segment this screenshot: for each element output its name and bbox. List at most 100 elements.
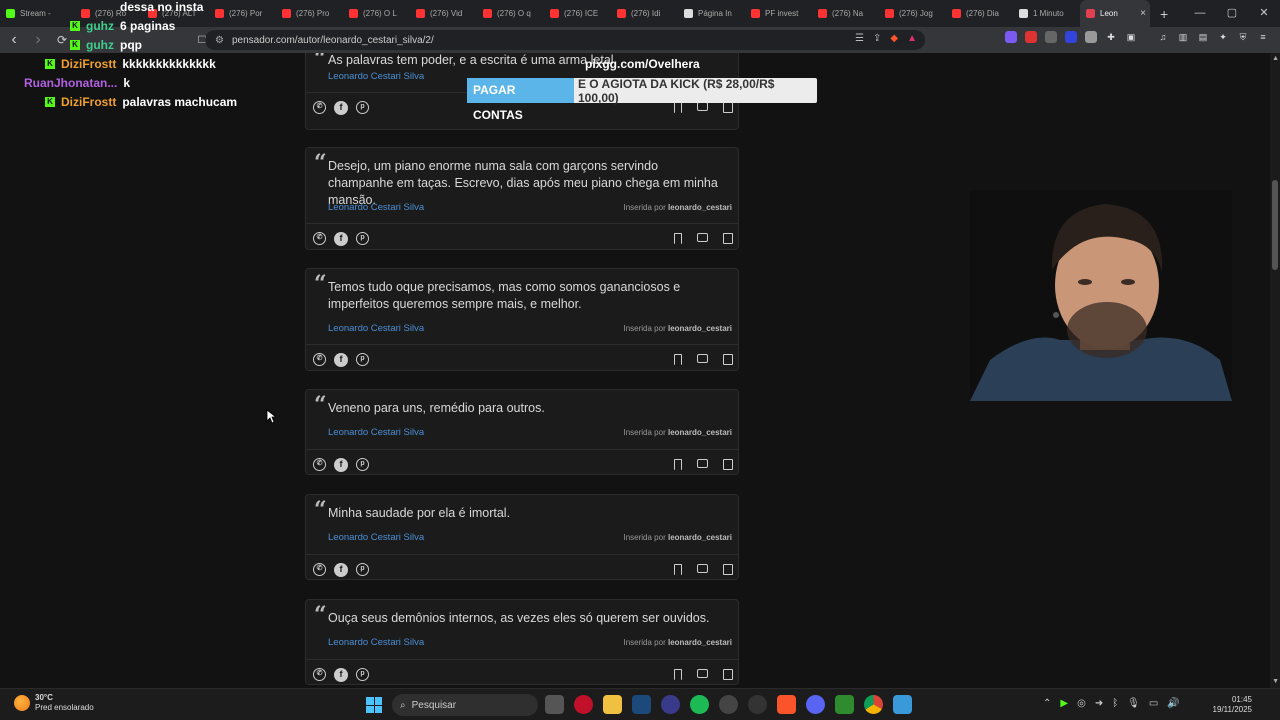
author-link[interactable]: Leonardo Cestari Silva bbox=[328, 71, 424, 82]
image-icon[interactable] bbox=[697, 233, 708, 242]
browser-tab[interactable]: Stream - bbox=[0, 0, 75, 27]
app-icon[interactable] bbox=[748, 695, 767, 714]
browser-tab[interactable]: 1 Minuto bbox=[1013, 0, 1080, 27]
facebook-icon[interactable]: f bbox=[334, 232, 348, 246]
browser-tab[interactable]: (276) ICE bbox=[544, 0, 611, 27]
pinterest-icon[interactable]: p bbox=[356, 101, 369, 114]
chat-username[interactable]: guhz bbox=[86, 19, 114, 33]
active-browser-tab[interactable]: Leon × bbox=[1080, 0, 1150, 27]
inserted-by-user[interactable]: leonardo_cestari bbox=[668, 638, 732, 647]
author-link[interactable]: Leonardo Cestari Silva bbox=[328, 637, 424, 648]
scrollbar-thumb[interactable] bbox=[1272, 180, 1278, 270]
pinterest-icon[interactable]: p bbox=[356, 563, 369, 576]
extension-icon[interactable] bbox=[1085, 31, 1097, 43]
image-icon[interactable] bbox=[697, 354, 708, 363]
app-icon[interactable] bbox=[835, 695, 854, 714]
author-link[interactable]: Leonardo Cestari Silva bbox=[328, 427, 424, 438]
whatsapp-icon[interactable]: ✆ bbox=[313, 563, 326, 576]
chat-username[interactable]: guhz bbox=[86, 38, 114, 52]
reader-mode-icon[interactable]: ☰ bbox=[855, 33, 864, 44]
browser-tab[interactable]: (276) O L bbox=[343, 0, 410, 27]
brave-shields-icon[interactable]: ◆ bbox=[890, 33, 898, 44]
chevron-up-icon[interactable]: ⌃ bbox=[1043, 698, 1051, 709]
inserted-by-user[interactable]: leonardo_cestari bbox=[668, 533, 732, 542]
browser-tab[interactable]: (276) Idi bbox=[611, 0, 678, 27]
browser-tab[interactable]: (276) O q bbox=[477, 0, 544, 27]
chat-username[interactable]: DiziFrostt bbox=[61, 57, 116, 71]
clock[interactable]: 01:45 19/11/2025 bbox=[1213, 695, 1252, 715]
vpn-icon[interactable]: ⛨ bbox=[1237, 31, 1249, 43]
sidebar-icon[interactable]: ▥ bbox=[1177, 31, 1189, 43]
chat-username[interactable]: DiziFrostt bbox=[61, 95, 116, 109]
tray-app-icon[interactable]: ◎ bbox=[1077, 698, 1086, 709]
chat-username[interactable]: RuanJhonatan... bbox=[24, 76, 117, 90]
whatsapp-icon[interactable]: ✆ bbox=[313, 668, 326, 681]
address-bar[interactable]: ⚙ pensador.com/autor/leonardo_cestari_si… bbox=[205, 30, 925, 50]
brave-browser-icon[interactable] bbox=[777, 695, 796, 714]
discord-icon[interactable] bbox=[806, 695, 825, 714]
music-icon[interactable]: ♫ bbox=[1157, 31, 1169, 43]
whatsapp-icon[interactable]: ✆ bbox=[313, 458, 326, 471]
brave-rewards-icon[interactable]: ▲ bbox=[907, 33, 917, 44]
scroll-up-arrow[interactable]: ▲ bbox=[1272, 55, 1279, 62]
facebook-icon[interactable]: f bbox=[334, 353, 348, 367]
menu-icon[interactable]: ≡ bbox=[1257, 31, 1269, 43]
screenshot-icon[interactable]: ▣ bbox=[1125, 31, 1137, 43]
browser-tab[interactable]: (276) Vid bbox=[410, 0, 477, 27]
opera-icon[interactable] bbox=[574, 695, 593, 714]
browser-tab[interactable]: (276) Dia bbox=[946, 0, 1013, 27]
wallet-icon[interactable]: ▤ bbox=[1197, 31, 1209, 43]
copy-icon[interactable] bbox=[723, 564, 733, 575]
browser-tab[interactable]: Página In bbox=[678, 0, 745, 27]
browser-tab[interactable]: (276) Na bbox=[812, 0, 879, 27]
share-icon[interactable]: ⇪ bbox=[873, 33, 881, 44]
maximize-button[interactable]: ▢ bbox=[1216, 0, 1248, 27]
browser-tab[interactable]: PF invest bbox=[745, 0, 812, 27]
microphone-icon[interactable]: 🎙 bbox=[1127, 698, 1140, 709]
author-link[interactable]: Leonardo Cestari Silva bbox=[328, 532, 424, 543]
notepad-icon[interactable] bbox=[893, 695, 912, 714]
browser-tab[interactable]: (276) Jog bbox=[879, 0, 946, 27]
forward-button[interactable]: › bbox=[28, 31, 48, 49]
whatsapp-icon[interactable]: ✆ bbox=[313, 101, 326, 114]
image-icon[interactable] bbox=[697, 459, 708, 468]
copy-icon[interactable] bbox=[723, 669, 733, 680]
extension-icon[interactable] bbox=[1045, 31, 1057, 43]
minimize-button[interactable]: — bbox=[1184, 0, 1216, 27]
browser-tab[interactable]: (276) Por bbox=[209, 0, 276, 27]
inserted-by-user[interactable]: leonardo_cestari bbox=[668, 324, 732, 333]
volume-icon[interactable]: 🔊 bbox=[1167, 698, 1179, 709]
copy-icon[interactable] bbox=[723, 459, 733, 470]
task-view-icon[interactable] bbox=[545, 695, 564, 714]
network-icon[interactable]: ▭ bbox=[1149, 698, 1158, 709]
close-tab-icon[interactable]: × bbox=[1140, 8, 1146, 19]
tray-app-icon[interactable]: ➜ bbox=[1095, 698, 1103, 709]
chrome-icon[interactable] bbox=[864, 695, 883, 714]
extension-icon[interactable] bbox=[1065, 31, 1077, 43]
tray-app-icon[interactable]: ▶ bbox=[1060, 698, 1068, 709]
facebook-icon[interactable]: f bbox=[334, 101, 348, 115]
whatsapp-icon[interactable]: ✆ bbox=[313, 353, 326, 366]
image-icon[interactable] bbox=[697, 564, 708, 573]
pinterest-icon[interactable]: p bbox=[356, 668, 369, 681]
taskbar-search[interactable]: ⌕ Pesquisar bbox=[392, 694, 538, 716]
site-info-icon[interactable]: ⚙ bbox=[215, 35, 224, 46]
inserted-by-user[interactable]: leonardo_cestari bbox=[668, 428, 732, 437]
facebook-icon[interactable]: f bbox=[334, 668, 348, 682]
scrollbar[interactable] bbox=[1270, 53, 1280, 688]
leo-ai-icon[interactable]: ✦ bbox=[1217, 31, 1229, 43]
windows-start-icon[interactable] bbox=[366, 697, 382, 713]
bookmark-icon[interactable] bbox=[674, 354, 682, 365]
app-icon[interactable] bbox=[719, 695, 738, 714]
author-link[interactable]: Leonardo Cestari Silva bbox=[328, 202, 424, 213]
copy-icon[interactable] bbox=[723, 233, 733, 244]
copy-icon[interactable] bbox=[723, 354, 733, 365]
steam-icon[interactable] bbox=[632, 695, 651, 714]
facebook-icon[interactable]: f bbox=[334, 563, 348, 577]
pinterest-icon[interactable]: p bbox=[356, 232, 369, 245]
bluetooth-icon[interactable]: ᛒ bbox=[1112, 698, 1118, 709]
bookmark-icon[interactable] bbox=[674, 669, 682, 680]
facebook-icon[interactable]: f bbox=[334, 458, 348, 472]
whatsapp-icon[interactable]: ✆ bbox=[313, 232, 326, 245]
author-link[interactable]: Leonardo Cestari Silva bbox=[328, 323, 424, 334]
